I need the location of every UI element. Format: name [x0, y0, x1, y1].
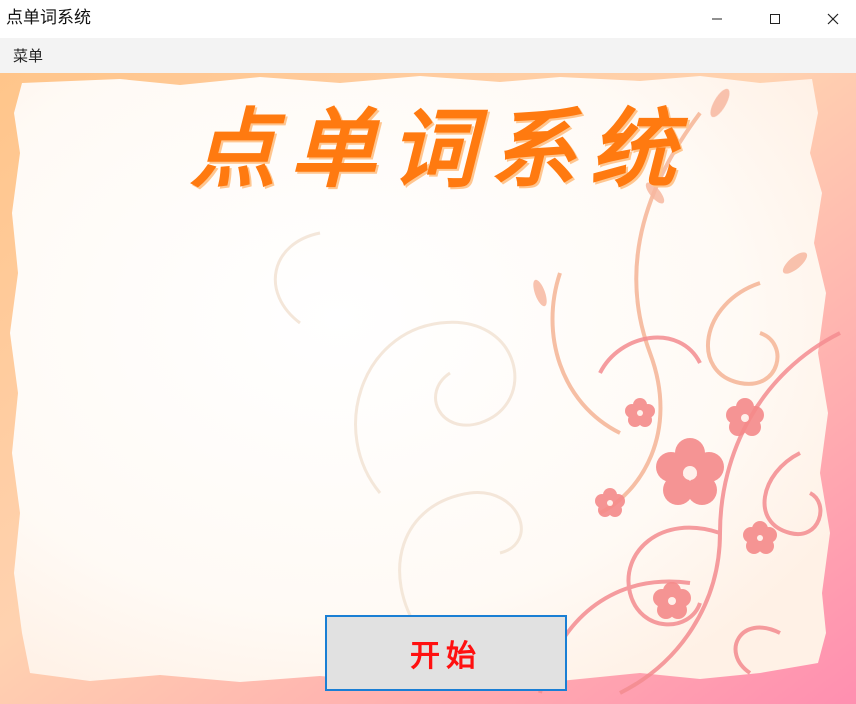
window-title: 点单词系统 [6, 8, 91, 28]
menu-item-menu[interactable]: 菜单 [6, 44, 50, 68]
main-content: 点单词系统 开始 [0, 73, 856, 704]
start-button[interactable]: 开始 [325, 615, 567, 691]
minimize-button[interactable] [688, 0, 746, 38]
maximize-icon [770, 14, 780, 24]
close-icon [827, 13, 839, 25]
menu-bar: 菜单 [0, 38, 856, 73]
minimize-icon [712, 18, 722, 20]
maximize-button[interactable] [746, 0, 804, 38]
app-window: 点单词系统 菜单 点单词系统 开始 [0, 0, 856, 704]
title-bar[interactable]: 点单词系统 [0, 0, 856, 38]
close-button[interactable] [804, 0, 856, 38]
app-title-heading: 点单词系统 [190, 99, 690, 200]
